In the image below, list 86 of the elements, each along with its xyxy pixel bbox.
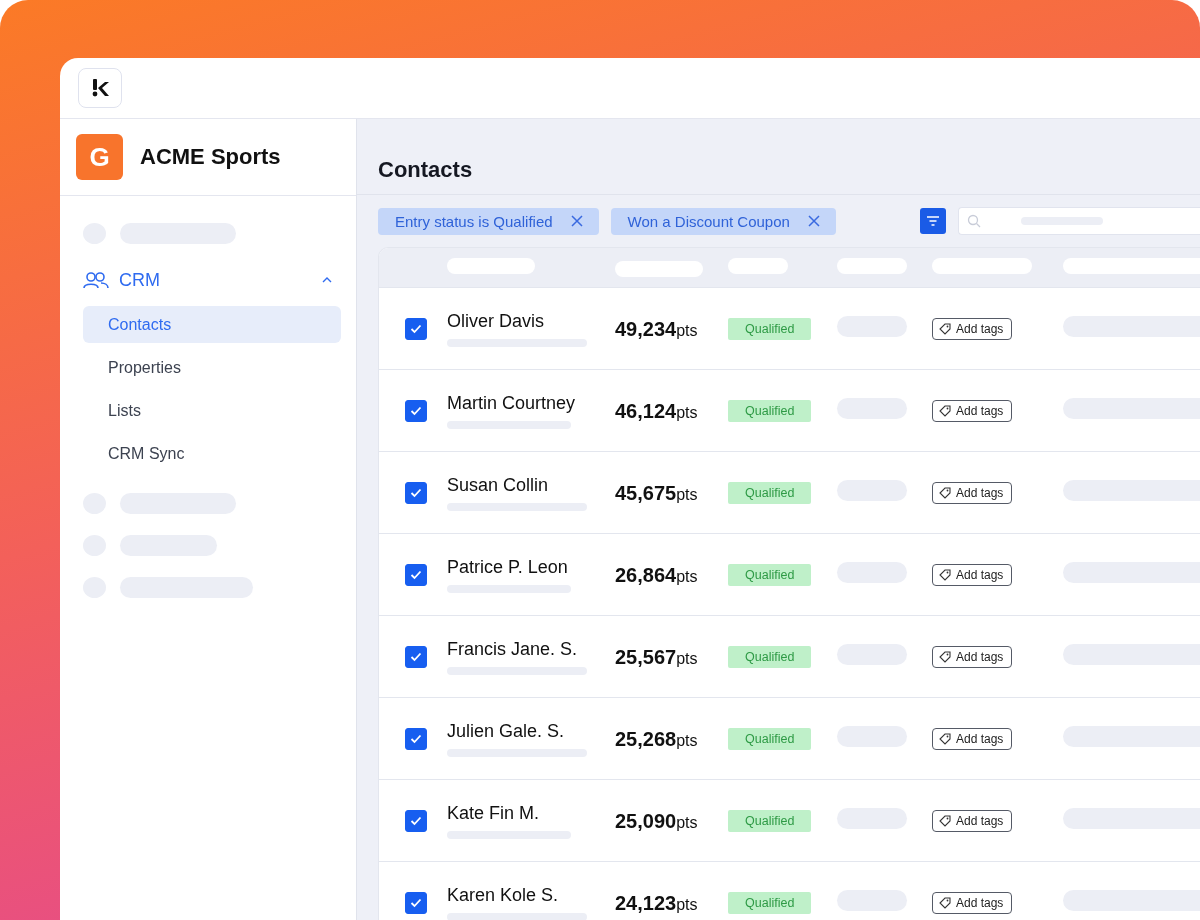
tag-icon [939, 404, 951, 417]
status-badge: Qualified [728, 563, 812, 586]
contact-name: Francis Jane. S. [447, 638, 579, 660]
checkbox[interactable] [405, 645, 427, 668]
contact-name: Kate Fin M. [447, 802, 541, 824]
checkmark-icon [410, 405, 422, 416]
points-value: 25,090 [615, 810, 677, 833]
nav-item[interactable]: Properties [83, 349, 341, 386]
checkbox[interactable] [405, 809, 427, 832]
tag-icon [939, 486, 951, 499]
points-value: 46,124 [615, 400, 677, 423]
points-unit: pts [676, 732, 698, 750]
chip-label: Entry status is Qualified [395, 212, 553, 230]
points-unit: pts [676, 322, 698, 340]
status-badge: Qualified [728, 891, 812, 914]
tag-icon [939, 650, 951, 663]
search-field[interactable] [957, 207, 1200, 235]
checkbox[interactable] [405, 317, 427, 340]
brand-name: ACME Sports [140, 144, 281, 170]
points-value: 25,567 [615, 646, 677, 669]
points-value: 49,234 [615, 318, 677, 341]
tag-icon [939, 568, 951, 581]
points-value: 45,675 [615, 482, 677, 505]
add-tags-button[interactable]: Add tags [932, 809, 1013, 832]
status-badge: Qualified [728, 727, 812, 750]
crm-section[interactable]: CRM [83, 264, 341, 296]
checkmark-icon [410, 815, 422, 826]
status-badge: Qualified [728, 645, 812, 668]
contact-name: Patrice P. Leon [447, 556, 569, 578]
checkbox[interactable] [405, 891, 427, 914]
add-tags-button[interactable]: Add tags [932, 317, 1013, 340]
checkmark-icon [410, 897, 422, 908]
points-unit: pts [676, 568, 698, 586]
page-title: Contacts [378, 157, 473, 183]
points-unit: pts [676, 650, 698, 668]
checkbox[interactable] [405, 727, 427, 750]
contact-name: Oliver Davis [447, 310, 545, 332]
checkbox[interactable] [405, 399, 427, 422]
checkmark-icon [410, 487, 422, 498]
points-unit: pts [676, 896, 698, 914]
tag-icon [939, 732, 951, 745]
filter-chip[interactable]: Entry status is Qualified [378, 207, 599, 235]
checkmark-icon [410, 323, 422, 334]
tag-icon [939, 322, 951, 335]
nav-item[interactable]: CRM Sync [83, 435, 341, 472]
filter-chip[interactable]: Won a Discount Coupon [610, 207, 836, 235]
points-value: 24,123 [615, 892, 677, 915]
close-icon[interactable] [570, 215, 583, 227]
add-tags-button[interactable]: Add tags [932, 891, 1013, 914]
add-tags-button[interactable]: Add tags [932, 481, 1013, 504]
add-tags-button[interactable]: Add tags [932, 645, 1013, 668]
contact-name: Julien Gale. S. [447, 720, 566, 742]
nav-item[interactable]: Contacts [83, 306, 341, 343]
chip-label: Won a Discount Coupon [627, 212, 790, 230]
search-icon [966, 214, 981, 228]
close-icon[interactable] [807, 215, 820, 227]
filter-icon [925, 216, 940, 226]
section-label: CRM [119, 269, 160, 291]
status-badge: Qualified [728, 481, 812, 504]
checkmark-icon [410, 651, 422, 662]
contact-name: Karen Kole S. [447, 884, 560, 906]
chevron-up-icon[interactable] [321, 276, 333, 284]
checkbox[interactable] [405, 563, 427, 586]
add-tags-button[interactable]: Add tags [932, 727, 1013, 750]
brand-logo: G [76, 134, 123, 180]
contact-name: Martin Courtney [447, 392, 577, 414]
points-unit: pts [676, 486, 698, 504]
people-icon [83, 271, 109, 289]
add-tags-button[interactable]: Add tags [932, 399, 1013, 422]
status-badge: Qualified [728, 399, 812, 422]
add-tags-button[interactable]: Add tags [932, 563, 1013, 586]
nav-item[interactable]: Lists [83, 392, 341, 429]
contact-name: Susan Collin [447, 474, 550, 496]
tag-icon [939, 814, 951, 827]
checkmark-icon [410, 569, 422, 580]
points-unit: pts [676, 814, 698, 832]
logo-icon [78, 68, 122, 108]
status-badge: Qualified [728, 317, 812, 340]
points-value: 25,268 [615, 728, 677, 751]
checkmark-icon [410, 733, 422, 744]
status-badge: Qualified [728, 809, 812, 832]
filter-button[interactable] [919, 208, 946, 234]
points-value: 26,864 [615, 564, 677, 587]
points-unit: pts [676, 404, 698, 422]
tag-icon [939, 896, 951, 909]
checkbox[interactable] [405, 481, 427, 504]
